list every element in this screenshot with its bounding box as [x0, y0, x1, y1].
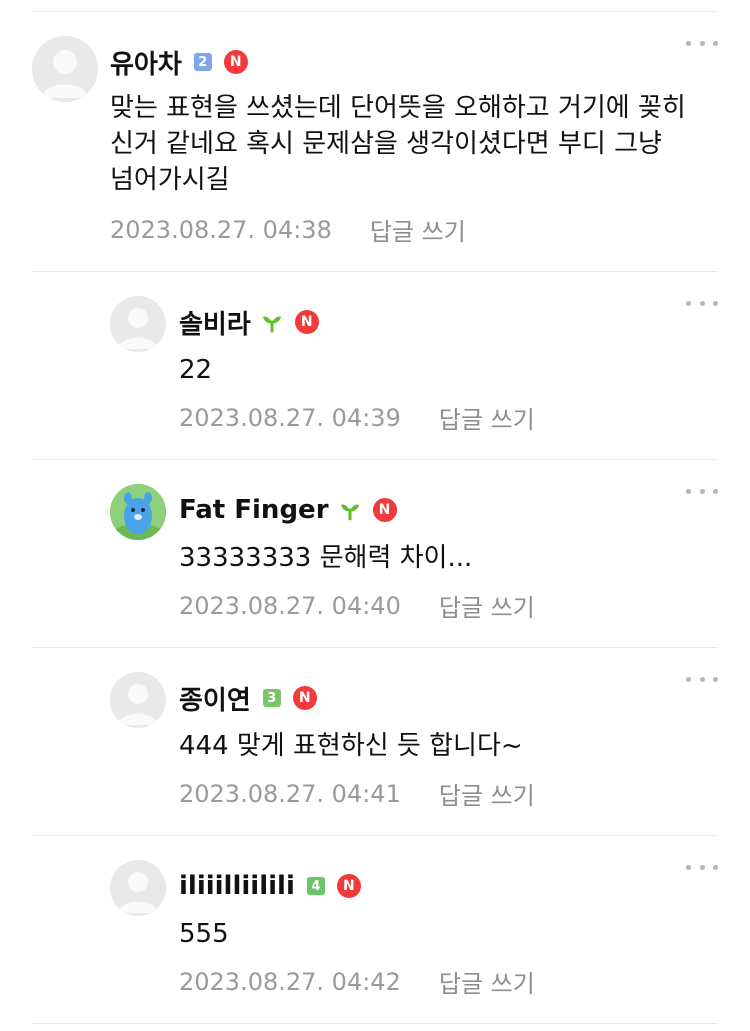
reply-button[interactable]: 답글 쓰기 [370, 212, 466, 247]
new-badge: N [294, 310, 319, 334]
avatar[interactable] [110, 296, 166, 352]
timestamp: 2023.08.27. 04:40 [179, 591, 401, 620]
reply-button[interactable]: 답글 쓰기 [439, 776, 535, 811]
level-badge: 3 [262, 689, 281, 707]
divider [32, 271, 718, 272]
divider [32, 459, 718, 460]
sprout-icon [262, 316, 281, 333]
nickname[interactable]: 종이연 [179, 680, 251, 717]
divider [32, 835, 718, 836]
new-badge: N [336, 874, 361, 898]
reply-button[interactable]: 답글 쓰기 [439, 964, 535, 999]
divider [32, 647, 718, 648]
avatar[interactable] [110, 860, 166, 916]
comment-text: 22 [179, 355, 213, 385]
more-options-icon[interactable] [686, 672, 718, 686]
reply-button[interactable]: 답글 쓰기 [439, 400, 535, 435]
level-badge: 4 [306, 877, 325, 895]
nickname[interactable]: 솔비라 [179, 304, 251, 341]
more-options-icon[interactable] [686, 484, 718, 498]
nickname[interactable]: Fat Finger [179, 495, 329, 525]
default-avatar-icon [32, 36, 98, 102]
more-options-icon[interactable] [686, 296, 718, 310]
default-avatar-icon [110, 296, 166, 352]
comment-text: 444 맞게 표현하신 듯 합니다~ [179, 731, 523, 761]
new-badge: N [292, 686, 317, 710]
sprout-icon [340, 504, 359, 521]
avatar[interactable] [110, 672, 166, 728]
timestamp: 2023.08.27. 04:39 [179, 403, 401, 432]
nickname[interactable]: iliiilliilili [179, 871, 295, 901]
default-avatar-icon [110, 860, 166, 916]
avatar[interactable] [110, 484, 166, 540]
new-badge: N [372, 498, 397, 522]
timestamp: 2023.08.27. 04:41 [179, 779, 401, 808]
timestamp: 2023.08.27. 04:42 [179, 967, 401, 996]
more-options-icon[interactable] [686, 36, 718, 50]
avatar[interactable] [32, 36, 98, 102]
default-avatar-icon [110, 672, 166, 728]
divider [32, 1023, 718, 1024]
more-options-icon[interactable] [686, 860, 718, 874]
level-badge: 2 [193, 53, 212, 71]
nickname[interactable]: 유아차 [110, 44, 182, 81]
reply-button[interactable]: 답글 쓰기 [439, 588, 535, 623]
divider [32, 11, 718, 12]
comment-text: 33333333 문해력 차이... [179, 543, 473, 573]
comment-text: 맞는 표현을 쓰셨는데 단어뜻을 오해하고 거기에 꽂히신거 같네요 혹시 문제… [110, 93, 686, 195]
blue-character-avatar-icon [110, 484, 166, 540]
new-badge: N [223, 50, 248, 74]
timestamp: 2023.08.27. 04:38 [110, 215, 332, 244]
comment-text: 555 [179, 919, 229, 949]
